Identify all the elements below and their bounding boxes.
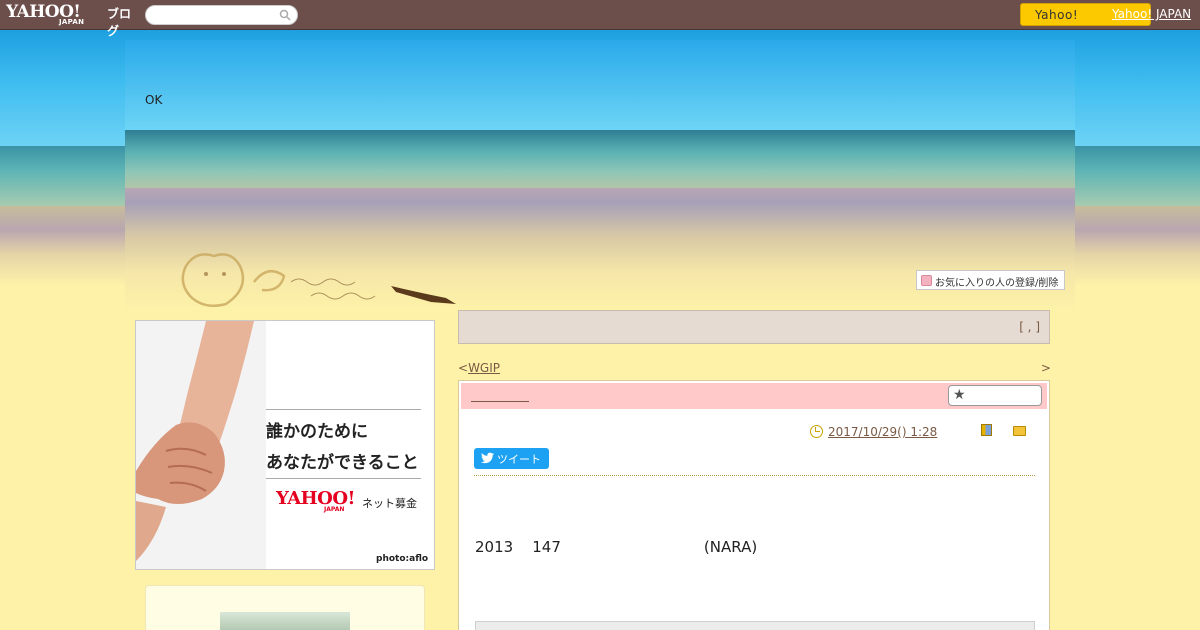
dotted-divider [474,475,1035,476]
heart-icon [921,275,932,286]
logo-japan-text: JAPAN [59,18,85,26]
search-icon[interactable] [279,9,291,21]
favorite-star-button[interactable]: ★ [948,385,1042,406]
yahoo-blog-logo[interactable]: YAHOO! JAPAN ブログ [6,2,142,38]
profile-image[interactable] [220,612,350,630]
blog-title[interactable]: OK [145,93,162,107]
search-box [145,5,298,25]
ad-divider-bottom [266,478,421,479]
ad-divider-top [266,409,421,410]
article-title-link[interactable] [471,390,529,402]
favorite-register-button[interactable]: お気に入りの人の登録/削除 [916,270,1065,290]
sand-bear-drawing [181,253,456,307]
yahoo-top-bar: YAHOO! JAPAN ブログ Yahoo! Yahoo! JAPAN [0,0,1200,38]
tweet-label: ツイート [497,453,541,466]
article-date-link[interactable]: 2017/10/29() 1:28 [828,425,937,439]
notice-box: [ , ] [458,310,1050,344]
embedded-content-box [475,621,1035,630]
ad-brand-sub: JAPAN [324,506,345,513]
article-body-text: 2013 147 (NARA) [475,538,758,556]
star-icon: ★ [953,387,966,403]
sidebar-profile-box [145,585,425,630]
prev-article-link[interactable]: WGIP [468,361,549,375]
twitter-bird-icon [481,452,494,464]
clock-icon [810,425,823,438]
header-sky [125,40,1075,132]
search-input[interactable] [154,8,274,22]
handshake-image [136,321,266,569]
ad-photo-credit: photo:aflo [376,554,429,564]
article: ★ 2017/10/29() 1:28 ツイート 2013 147 (NARA) [458,380,1050,630]
favorite-register-label: お気に入りの人の登録/削除 [935,278,1059,289]
next-arrow: > [1040,361,1051,375]
book-icon[interactable] [981,424,992,436]
ad-line-1: 誰かのために [266,422,368,442]
ad-service-name: ネット募金 [362,497,417,510]
ad-line-2: あなたができること [266,453,419,473]
yahoo-japan-link[interactable]: Yahoo! JAPAN [1112,7,1191,21]
logo-blog-text: ブログ [107,7,132,38]
folder-icon[interactable] [1013,426,1026,436]
next-article-nav: > [952,361,1051,375]
notice-text: [ , ] [1019,320,1040,334]
charity-ad-banner[interactable]: 誰かのために あなたができること YAHOO! JAPAN ネット募金 phot… [135,320,435,570]
tweet-button[interactable]: ツイート [474,448,549,469]
article-header: ★ [461,383,1047,409]
prev-article-nav: <WGIP [458,361,549,375]
header-sea [125,130,1075,190]
prev-arrow: < [458,361,469,375]
